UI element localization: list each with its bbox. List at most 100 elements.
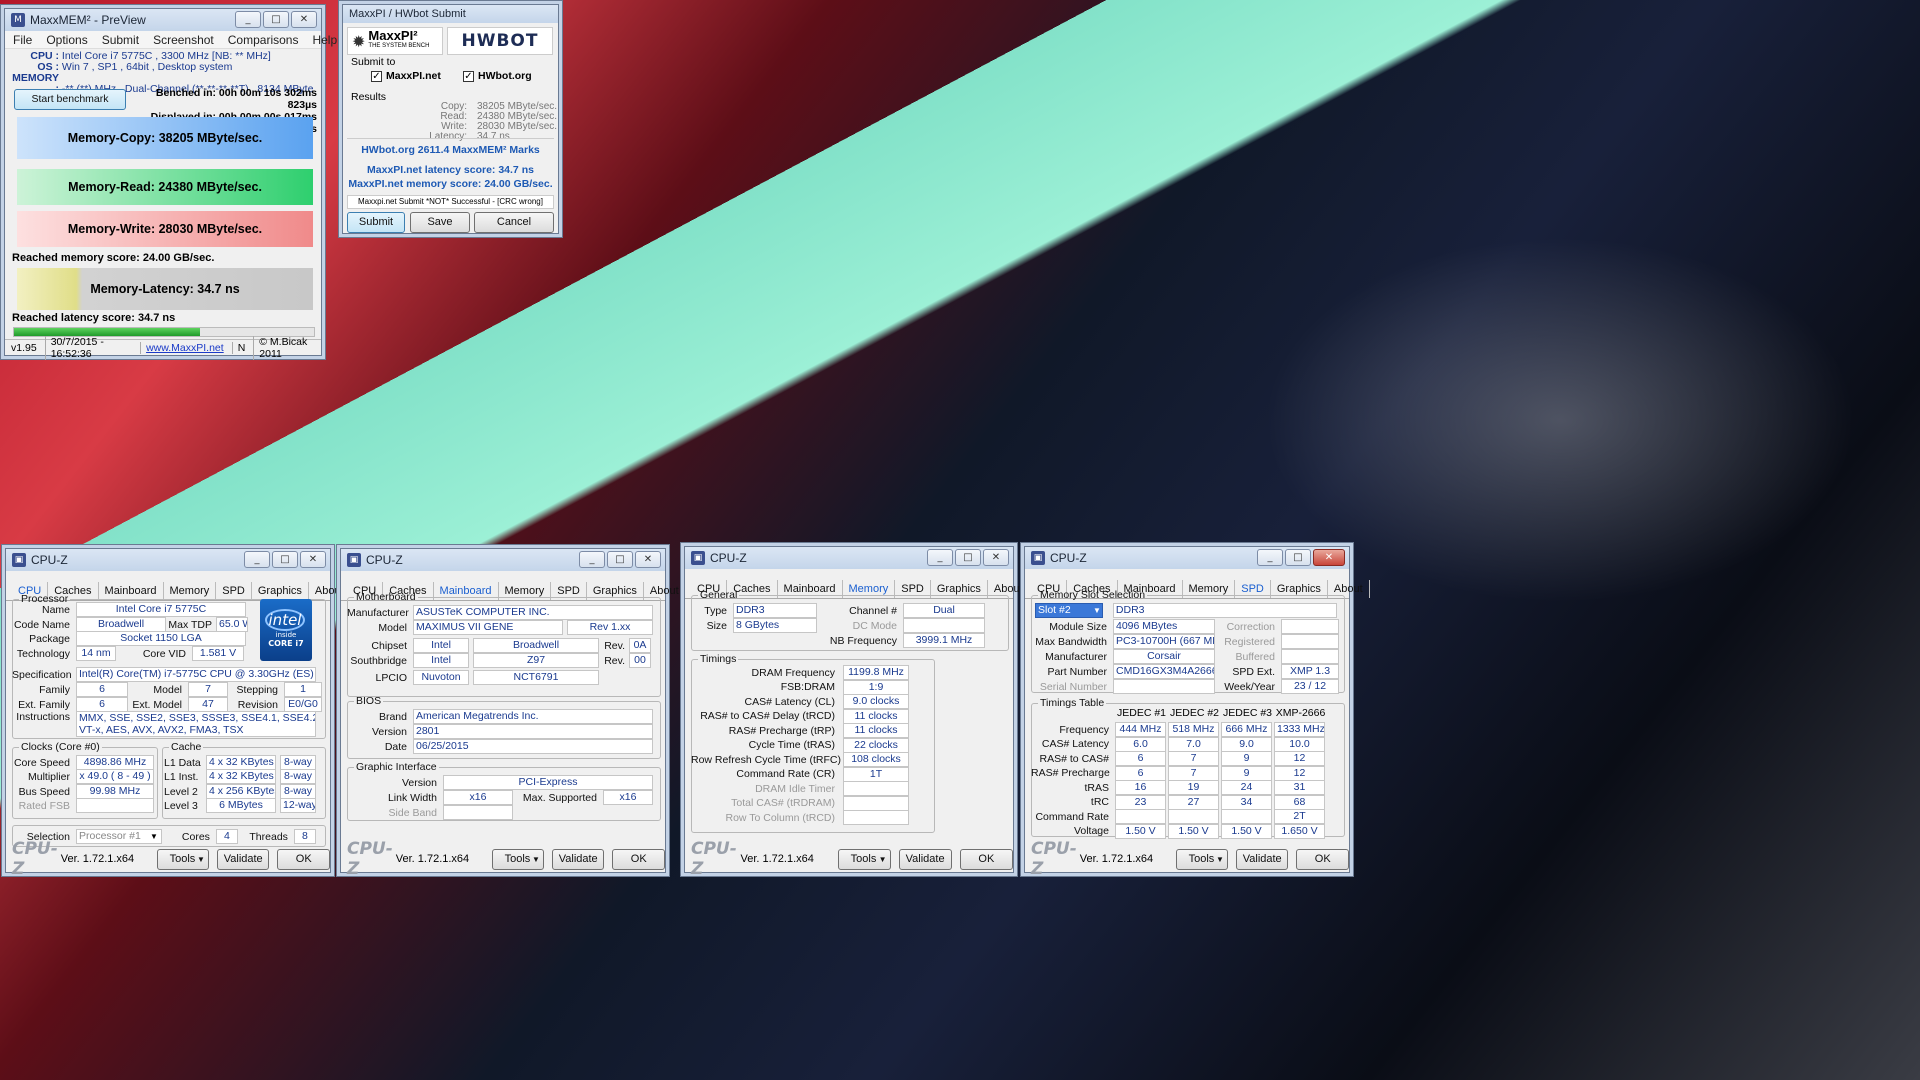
rated-fsb-value bbox=[76, 798, 154, 813]
close-icon[interactable]: ✕ bbox=[291, 11, 317, 28]
timing-label: Total CAS# (tRDRAM) bbox=[731, 797, 835, 809]
close-icon[interactable]: ✕ bbox=[983, 549, 1009, 566]
minimize-icon[interactable]: _ bbox=[579, 551, 605, 568]
threads-value: 8 bbox=[293, 829, 316, 844]
hwbot-submit-window: MaxxPI / HWbot Submit ✹ MaxxPI² THE SYSTE… bbox=[342, 4, 559, 234]
menu-item-screenshot[interactable]: Screenshot bbox=[153, 33, 214, 47]
menu-item-help[interactable]: Help bbox=[312, 33, 337, 47]
maximize-icon[interactable]: □ bbox=[607, 551, 633, 568]
spec-value: Intel(R) Core(TM) i7-5775C CPU @ 3.30GHz… bbox=[76, 667, 316, 682]
chevron-down-icon[interactable]: ▼ bbox=[532, 850, 540, 869]
timing-cell: 12 bbox=[1274, 765, 1325, 781]
timing-cell: 16 bbox=[1115, 780, 1166, 795]
registered-value bbox=[1281, 634, 1339, 649]
minimize-icon[interactable]: _ bbox=[244, 551, 270, 568]
validate-button[interactable]: Validate bbox=[1235, 848, 1289, 870]
intel-logo-text: intel bbox=[265, 609, 305, 631]
maxxpi-logo-sub: THE SYSTEM BENCH bbox=[368, 43, 430, 49]
menu-item-comparisons[interactable]: Comparisons bbox=[228, 33, 299, 47]
chevron-down-icon[interactable]: ▼ bbox=[1093, 606, 1101, 615]
timing-cell: 1.50 V bbox=[1221, 823, 1272, 839]
maxxpi-checkbox[interactable]: ✓ MaxxPI.net bbox=[371, 70, 441, 82]
validate-button[interactable]: Validate bbox=[551, 848, 605, 870]
minimize-icon[interactable]: _ bbox=[1257, 549, 1283, 566]
southbridge-rev-label: Rev. bbox=[604, 654, 625, 667]
submit-to-label: Submit to bbox=[351, 56, 396, 68]
tools-button[interactable]: Tools ▼ bbox=[1175, 848, 1228, 870]
codename-label: Code Name bbox=[13, 618, 70, 631]
cpuz-window-memory: ▣ CPU-Z _ □ ✕ CPU Caches Mainboard Memory SPD Gra… bbox=[684, 546, 1030, 879]
timing-cell: 6.0 bbox=[1115, 736, 1166, 752]
maxxmem-titlebar[interactable]: M MaxxMEM² - PreView _ □ ✕ bbox=[5, 9, 321, 31]
chevron-down-icon[interactable]: ▼ bbox=[197, 850, 205, 869]
timing-value bbox=[843, 781, 909, 796]
minimize-icon[interactable]: _ bbox=[927, 549, 953, 566]
cpuz-version: Ver. 1.72.1.x64 bbox=[1079, 853, 1154, 865]
memory-copy-bar: Memory-Copy: 38205 MByte/sec. bbox=[17, 117, 313, 159]
submit-button[interactable]: Submit bbox=[347, 212, 405, 233]
close-icon[interactable]: ✕ bbox=[635, 551, 661, 568]
maxxpi-memory-score: MaxxPI.net memory score: 24.00 GB/sec. bbox=[348, 178, 553, 190]
tools-button[interactable]: Tools ▼ bbox=[837, 848, 891, 870]
timings-table-row: tRAS 16 19 24 31 bbox=[1031, 780, 1325, 795]
save-button[interactable]: Save bbox=[410, 212, 470, 233]
stepping-value: 1 bbox=[284, 682, 322, 697]
model-label: Model bbox=[378, 621, 407, 634]
timing-value: 11 clocks bbox=[843, 708, 909, 724]
timing-cell bbox=[1221, 809, 1272, 824]
cpuz-version: Ver. 1.72.1.x64 bbox=[395, 853, 470, 865]
tools-label: Tools bbox=[504, 852, 531, 865]
hwbot-checkbox[interactable]: ✓ HWbot.org bbox=[463, 70, 532, 82]
lpcio-vendor: Nuvoton bbox=[413, 670, 469, 685]
cores-label: Cores bbox=[181, 830, 210, 843]
maximize-icon[interactable]: □ bbox=[272, 551, 298, 568]
menu-item-options[interactable]: Options bbox=[46, 33, 87, 47]
timing-value: 1199.8 MHz bbox=[843, 665, 909, 680]
model-value: 7 bbox=[188, 682, 228, 697]
chevron-down-icon[interactable]: ▼ bbox=[1216, 850, 1224, 869]
validate-button[interactable]: Validate bbox=[216, 848, 270, 870]
maximize-icon[interactable]: □ bbox=[955, 549, 981, 566]
link-width-value: x16 bbox=[443, 790, 513, 805]
checkbox-checked-icon[interactable]: ✓ bbox=[371, 71, 382, 82]
chevron-down-icon[interactable]: ▼ bbox=[879, 850, 887, 869]
maxxpi-logo-text: MaxxPI² bbox=[368, 28, 418, 43]
menu-item-file[interactable]: File bbox=[13, 33, 32, 47]
core-speed-label: Core Speed bbox=[13, 756, 70, 769]
menu-item-submit[interactable]: Submit bbox=[102, 33, 139, 47]
close-icon[interactable]: ✕ bbox=[300, 551, 326, 568]
ok-button[interactable]: OK bbox=[1296, 848, 1349, 870]
family-label: Family bbox=[39, 683, 70, 696]
ok-button[interactable]: OK bbox=[612, 848, 665, 870]
cancel-button[interactable]: Cancel bbox=[474, 212, 554, 233]
n-indicator: N bbox=[231, 341, 245, 354]
timing-row-label: RAS# Precharge bbox=[1031, 767, 1110, 779]
chevron-down-icon[interactable]: ▼ bbox=[150, 832, 158, 841]
instructions-line-2: VT-x, AES, AVX, AVX2, FMA3, TSX bbox=[79, 724, 244, 736]
start-benchmark-button[interactable]: Start benchmark bbox=[14, 89, 126, 110]
minimize-icon[interactable]: _ bbox=[235, 11, 261, 28]
memory-read-bar: Memory-Read: 24380 MByte/sec. bbox=[17, 169, 313, 205]
timing-cell: 1.50 V bbox=[1168, 823, 1219, 839]
timing-label: Row Refresh Cycle Time (tRFC) bbox=[691, 753, 841, 766]
close-icon[interactable]: ✕ bbox=[1313, 549, 1345, 566]
ext-family-value: 6 bbox=[76, 697, 128, 712]
slot-type-value: DDR3 bbox=[1112, 603, 1337, 618]
maximize-icon[interactable]: □ bbox=[263, 11, 289, 28]
maximize-icon[interactable]: □ bbox=[1285, 549, 1311, 566]
tools-button[interactable]: Tools ▼ bbox=[156, 848, 209, 870]
ok-button[interactable]: OK bbox=[277, 848, 330, 870]
validate-button[interactable]: Validate bbox=[898, 848, 952, 870]
hwbot-titlebar[interactable]: MaxxPI / HWbot Submit bbox=[343, 5, 558, 23]
bios-date-value: 06/25/2015 bbox=[413, 739, 653, 754]
dc-mode-label: DC Mode bbox=[852, 619, 897, 632]
timings-table-row: tRC 23 27 34 68 bbox=[1031, 794, 1325, 810]
ok-button[interactable]: OK bbox=[959, 848, 1013, 870]
core-speed-value: 4898.86 MHz bbox=[76, 755, 154, 770]
tdp-value: 65.0 W bbox=[216, 617, 248, 632]
checkbox-checked-icon[interactable]: ✓ bbox=[463, 71, 474, 82]
clocks-legend: Clocks (Core #0) bbox=[21, 741, 100, 753]
tools-button[interactable]: Tools ▼ bbox=[491, 848, 544, 870]
bios-brand-value: American Megatrends Inc. bbox=[413, 709, 653, 724]
maxxpi-link[interactable]: www.MaxxPI.net bbox=[140, 341, 224, 354]
